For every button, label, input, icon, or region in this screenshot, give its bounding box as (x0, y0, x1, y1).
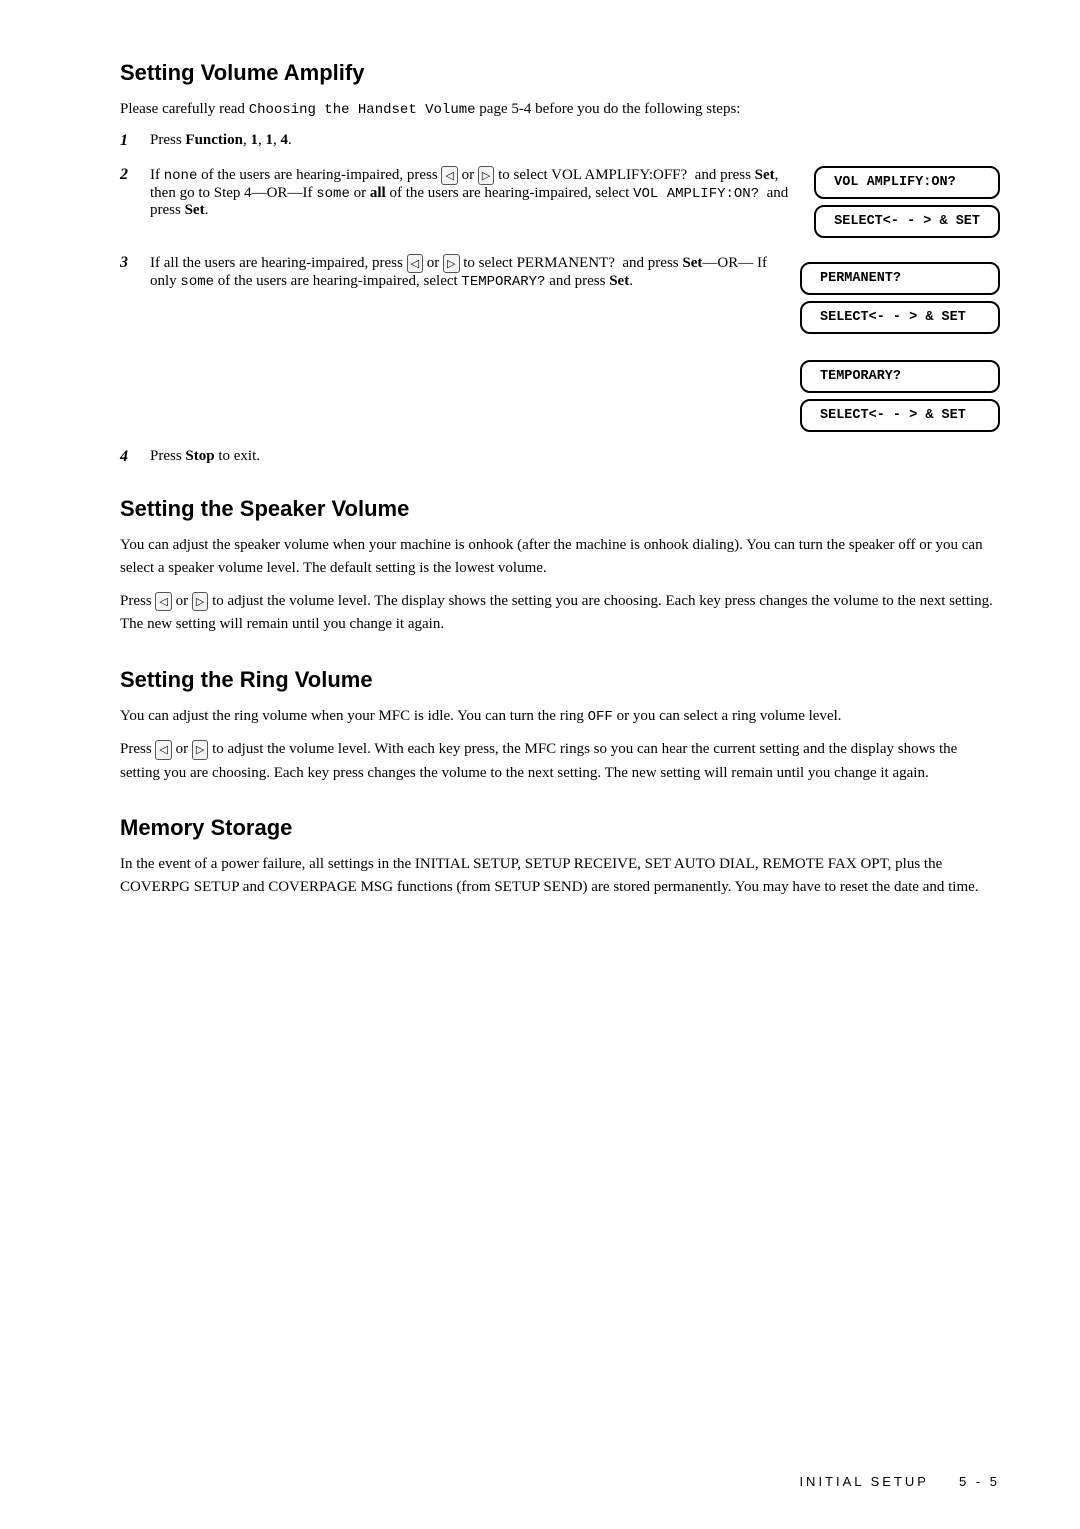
speaker-para-2: Press or to adjust the volume level. The… (120, 590, 1000, 637)
lcd-select-set-1: SELECT<- - > & SET (814, 205, 1000, 238)
step-2-set2: Set (185, 202, 205, 218)
page-footer: INITIAL SETUP 5 - 5 (0, 1474, 1080, 1489)
step-2-text: If none of the users are hearing-impaire… (150, 166, 794, 219)
step-2-number: 2 (120, 166, 150, 238)
section-title-ring-volume: Setting the Ring Volume (120, 667, 1000, 693)
step-2-none: none (164, 168, 198, 184)
step-2-body: If none of the users are hearing-impaire… (150, 166, 1000, 238)
left-arrow-icon-3 (155, 592, 171, 611)
lcd-select-set-3: SELECT<- - > & SET (800, 399, 1000, 432)
step-2-set1: Set (755, 167, 775, 183)
step-1-body: Press Function, 1, 1, 4. (150, 132, 1000, 150)
step-4-stop: Stop (185, 448, 214, 464)
speaker-para-1: You can adjust the speaker volume when y… (120, 534, 1000, 581)
section-title-volume-amplify: Setting Volume Amplify (120, 60, 1000, 86)
section-setting-volume-amplify: Setting Volume Amplify Please carefully … (120, 60, 1000, 466)
right-arrow-icon-2 (443, 254, 459, 273)
right-arrow-icon (478, 166, 494, 185)
step-2-lcd-pair: VOL AMPLIFY:ON? SELECT<- - > & SET (814, 166, 1000, 238)
right-arrow-icon-3 (192, 592, 208, 611)
section-speaker-volume: Setting the Speaker Volume You can adjus… (120, 496, 1000, 637)
step-1-bold-4: 4 (280, 132, 288, 148)
lcd-select-set-2: SELECT<- - > & SET (800, 301, 1000, 334)
step-3-set1: Set (682, 255, 702, 271)
left-arrow-icon-2 (407, 254, 423, 273)
footer-text: INITIAL SETUP 5 - 5 (799, 1474, 1000, 1489)
step-3-text: If all the users are hearing-impaired, p… (150, 254, 780, 290)
intro-mono-text: Choosing the Handset Volume (249, 102, 476, 118)
step-3-some: some (180, 274, 214, 290)
step-2-some: some (316, 186, 350, 202)
step-1-bold-1a: 1 (250, 132, 258, 148)
section-title-speaker-volume: Setting the Speaker Volume (120, 496, 1000, 522)
right-arrow-icon-4 (192, 740, 208, 759)
step-3: 3 If all the users are hearing-impaired,… (120, 254, 1000, 432)
lcd-permanent-pair: PERMANENT? SELECT<- - > & SET (800, 262, 1000, 334)
left-arrow-icon-4 (155, 740, 171, 759)
step-2-vol-on: VOL AMPLIFY:ON? (633, 186, 759, 202)
lcd-vol-amplify-on: VOL AMPLIFY:ON? (814, 166, 1000, 199)
step-2: 2 If none of the users are hearing-impai… (120, 166, 1000, 238)
footer-page-number: 5 - 5 (959, 1474, 1000, 1489)
step-1: 1 Press Function, 1, 1, 4. (120, 132, 1000, 150)
step-1-number: 1 (120, 132, 150, 150)
memory-para-1: In the event of a power failure, all set… (120, 853, 1000, 900)
left-arrow-icon (441, 166, 457, 185)
footer-section-label: INITIAL SETUP (799, 1474, 929, 1489)
step-3-number: 3 (120, 254, 150, 432)
lcd-permanent: PERMANENT? (800, 262, 1000, 295)
step-2-row: If none of the users are hearing-impaire… (150, 166, 1000, 238)
step-3-lcd-group: PERMANENT? SELECT<- - > & SET TEMPORARY?… (800, 262, 1000, 432)
step-3-set2: Set (609, 273, 629, 289)
step-1-bold-function: Function (185, 132, 243, 148)
section-intro: Please carefully read Choosing the Hands… (120, 98, 1000, 122)
section-title-memory-storage: Memory Storage (120, 815, 1000, 841)
step-3-row: If all the users are hearing-impaired, p… (150, 254, 1000, 432)
section-ring-volume: Setting the Ring Volume You can adjust t… (120, 667, 1000, 785)
step-3-temporary: TEMPORARY? (461, 274, 545, 290)
step-2-all: all (370, 185, 386, 201)
step-4: 4 Press Stop to exit. (120, 448, 1000, 466)
ring-para-2: Press or to adjust the volume level. Wit… (120, 738, 1000, 785)
ring-off: OFF (588, 709, 613, 725)
lcd-spacer (800, 342, 1000, 352)
step-3-body: If all the users are hearing-impaired, p… (150, 254, 1000, 432)
section-memory-storage: Memory Storage In the event of a power f… (120, 815, 1000, 900)
ring-para-1: You can adjust the ring volume when your… (120, 705, 1000, 729)
lcd-temporary-pair: TEMPORARY? SELECT<- - > & SET (800, 360, 1000, 432)
step-4-number: 4 (120, 448, 150, 466)
step-1-bold-1b: 1 (265, 132, 273, 148)
step-4-body: Press Stop to exit. (150, 448, 1000, 466)
lcd-temporary: TEMPORARY? (800, 360, 1000, 393)
